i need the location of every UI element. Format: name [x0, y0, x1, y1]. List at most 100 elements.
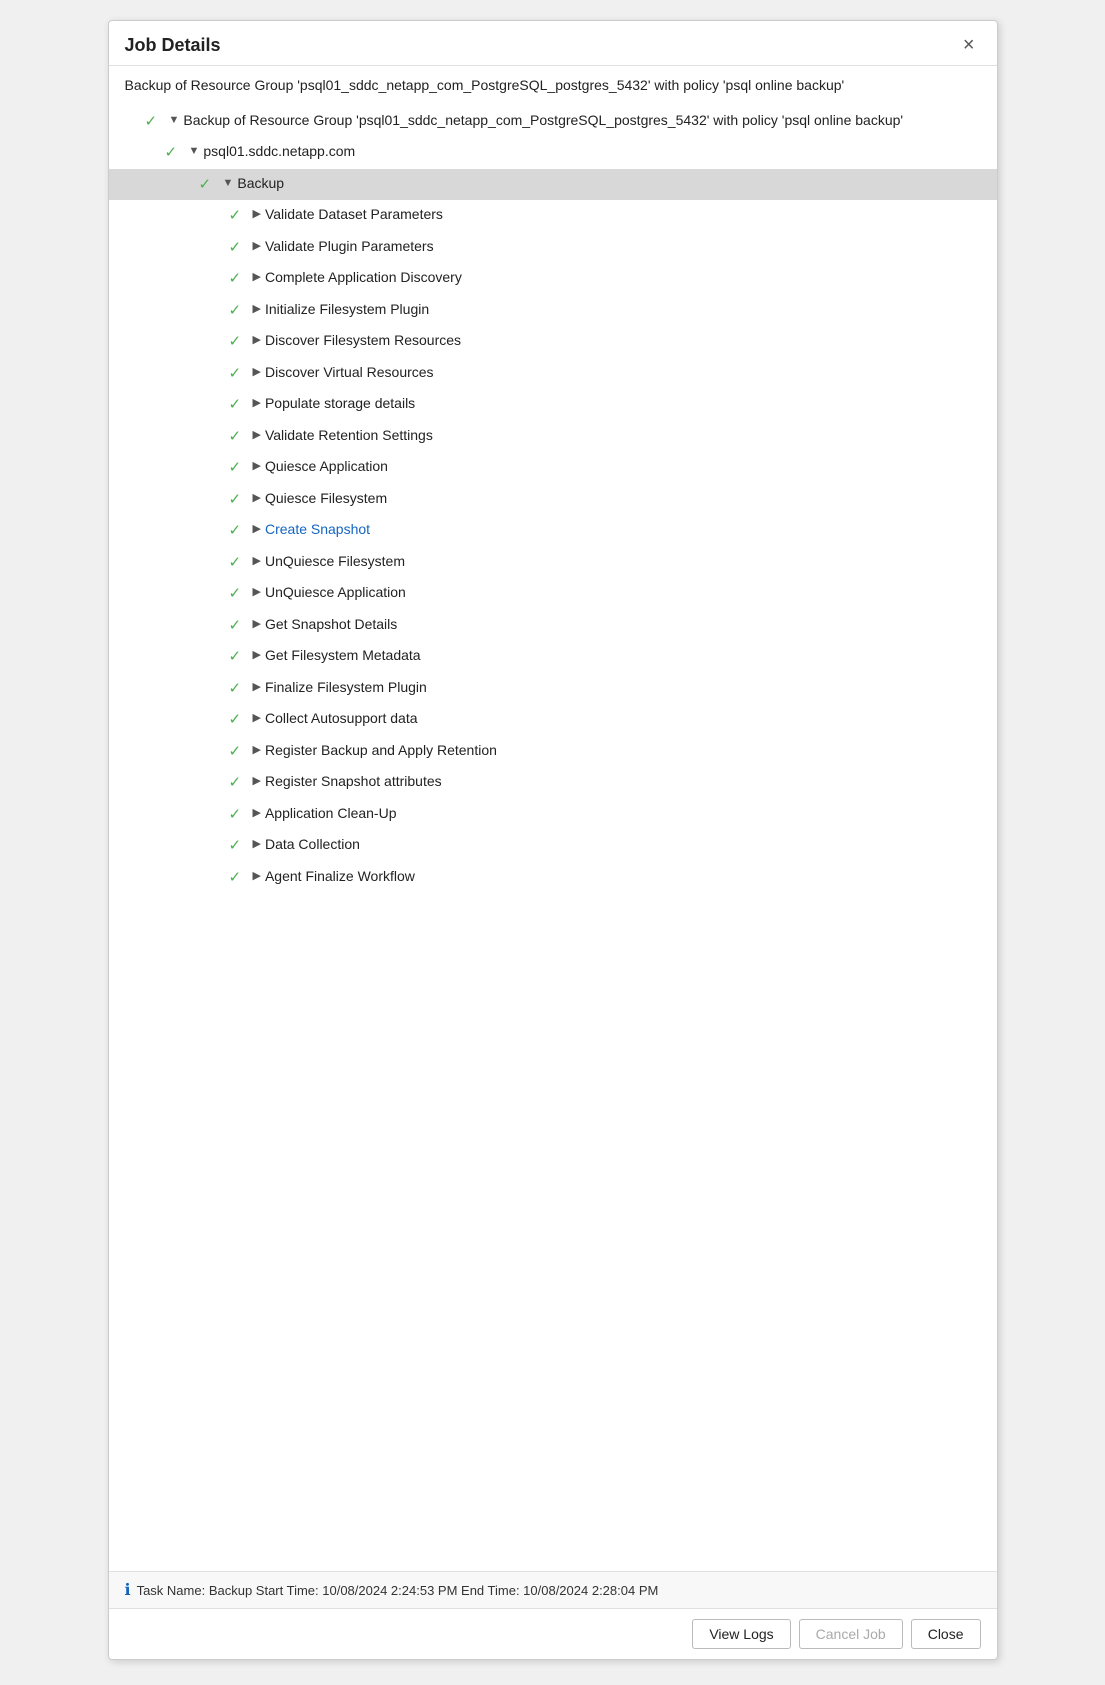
check-icon: ✓: [229, 394, 251, 417]
tree-item-label: Quiesce Application: [265, 456, 388, 477]
expand-arrow-icon[interactable]: ▶: [253, 269, 261, 286]
check-icon: ✓: [229, 615, 251, 638]
expand-arrow-icon[interactable]: ▶: [253, 836, 261, 853]
check-icon: ✓: [229, 489, 251, 512]
list-item: ✓▶Validate Retention Settings: [109, 421, 997, 453]
check-icon: ✓: [229, 331, 251, 354]
expand-arrow-icon[interactable]: ▶: [253, 584, 261, 601]
tree-item-label: Get Filesystem Metadata: [265, 645, 421, 666]
expand-arrow-icon[interactable]: ▼: [189, 143, 200, 160]
tree-item-label: UnQuiesce Filesystem: [265, 551, 405, 572]
check-icon: ✓: [229, 300, 251, 323]
footer-info: ℹ Task Name: Backup Start Time: 10/08/20…: [109, 1571, 997, 1608]
dialog-body: ✓ ▼ Backup of Resource Group 'psql01_sdd…: [109, 102, 997, 1571]
list-item: ✓▶Validate Dataset Parameters: [109, 200, 997, 232]
expand-arrow-icon[interactable]: ▶: [253, 206, 261, 223]
dialog-subtitle: Backup of Resource Group 'psql01_sddc_ne…: [109, 66, 997, 102]
tree-item-label: Initialize Filesystem Plugin: [265, 299, 429, 320]
list-item: ✓▶Quiesce Filesystem: [109, 484, 997, 516]
tree-backup-item: ✓ ▼ Backup: [109, 169, 997, 201]
tree-item-label: UnQuiesce Application: [265, 582, 406, 603]
expand-arrow-icon[interactable]: ▶: [253, 301, 261, 318]
check-icon: ✓: [229, 237, 251, 260]
close-button[interactable]: Close: [911, 1619, 981, 1649]
tree-root-label: Backup of Resource Group 'psql01_sddc_ne…: [183, 110, 903, 131]
check-icon: ✓: [229, 867, 251, 890]
list-item: ✓▶Collect Autosupport data: [109, 704, 997, 736]
tree-backup-label: Backup: [237, 173, 284, 194]
expand-arrow-icon[interactable]: ▶: [253, 710, 261, 727]
expand-arrow-icon[interactable]: ▶: [253, 238, 261, 255]
list-item: ✓▶Data Collection: [109, 830, 997, 862]
check-icon: ✓: [229, 646, 251, 669]
check-icon: ✓: [229, 678, 251, 701]
expand-arrow-icon[interactable]: ▶: [253, 647, 261, 664]
tree-item-label: Application Clean-Up: [265, 803, 397, 824]
expand-arrow-icon[interactable]: ▶: [253, 395, 261, 412]
check-icon: ✓: [229, 583, 251, 606]
tree-item-label: Quiesce Filesystem: [265, 488, 387, 509]
list-item: ✓▶Create Snapshot: [109, 515, 997, 547]
check-icon: ✓: [229, 772, 251, 795]
tree-item-label: Validate Dataset Parameters: [265, 204, 443, 225]
list-item: ✓▶UnQuiesce Application: [109, 578, 997, 610]
check-icon: ✓: [145, 111, 167, 134]
tree-item-label: Data Collection: [265, 834, 360, 855]
tree-host-item: ✓ ▼ psql01.sddc.netapp.com: [109, 137, 997, 169]
check-icon: ✓: [229, 268, 251, 291]
expand-arrow-icon[interactable]: ▶: [253, 805, 261, 822]
list-item: ✓▶Discover Virtual Resources: [109, 358, 997, 390]
tree-item-label: Validate Plugin Parameters: [265, 236, 434, 257]
expand-arrow-icon[interactable]: ▶: [253, 364, 261, 381]
check-icon: ✓: [229, 457, 251, 480]
footer-actions: View Logs Cancel Job Close: [109, 1608, 997, 1659]
tree-host-label: psql01.sddc.netapp.com: [203, 141, 355, 162]
expand-arrow-icon[interactable]: ▶: [253, 458, 261, 475]
dialog-header: Job Details ×: [109, 21, 997, 66]
list-item: ✓▶Quiesce Application: [109, 452, 997, 484]
expand-arrow-icon[interactable]: ▶: [253, 616, 261, 633]
tree-item-label: Finalize Filesystem Plugin: [265, 677, 427, 698]
list-item: ✓▶Agent Finalize Workflow: [109, 862, 997, 894]
list-item: ✓▶Complete Application Discovery: [109, 263, 997, 295]
cancel-job-button[interactable]: Cancel Job: [799, 1619, 903, 1649]
tree-item-label: Agent Finalize Workflow: [265, 866, 415, 887]
check-icon: ✓: [229, 363, 251, 386]
check-icon: ✓: [229, 426, 251, 449]
tree-root-item: ✓ ▼ Backup of Resource Group 'psql01_sdd…: [109, 106, 997, 138]
list-item: ✓▶Register Backup and Apply Retention: [109, 736, 997, 768]
expand-arrow-icon[interactable]: ▶: [253, 773, 261, 790]
tree-item-label: Populate storage details: [265, 393, 415, 414]
list-item: ✓▶Application Clean-Up: [109, 799, 997, 831]
expand-arrow-icon[interactable]: ▶: [253, 679, 261, 696]
check-icon: ✓: [229, 520, 251, 543]
expand-arrow-icon[interactable]: ▶: [253, 427, 261, 444]
list-item: ✓▶Finalize Filesystem Plugin: [109, 673, 997, 705]
tree-item-label: Complete Application Discovery: [265, 267, 462, 288]
expand-arrow-icon[interactable]: ▶: [253, 868, 261, 885]
view-logs-button[interactable]: View Logs: [692, 1619, 790, 1649]
check-icon: ✓: [229, 741, 251, 764]
dialog-title: Job Details: [125, 35, 221, 56]
tree-item-label: Collect Autosupport data: [265, 708, 418, 729]
list-item: ✓▶Validate Plugin Parameters: [109, 232, 997, 264]
info-icon: ℹ: [125, 1580, 131, 1600]
list-item: ✓▶Get Snapshot Details: [109, 610, 997, 642]
tree-item-label: Get Snapshot Details: [265, 614, 397, 635]
expand-arrow-icon[interactable]: ▼: [169, 112, 180, 129]
expand-arrow-icon[interactable]: ▶: [253, 742, 261, 759]
expand-arrow-icon[interactable]: ▼: [223, 175, 234, 192]
expand-arrow-icon[interactable]: ▶: [253, 490, 261, 507]
expand-arrow-icon[interactable]: ▶: [253, 521, 261, 538]
expand-arrow-icon[interactable]: ▶: [253, 332, 261, 349]
tree-item-label: Validate Retention Settings: [265, 425, 433, 446]
tree-item-label[interactable]: Create Snapshot: [265, 519, 370, 540]
tree-item-label: Discover Virtual Resources: [265, 362, 434, 383]
check-icon: ✓: [229, 804, 251, 827]
tree-item-label: Discover Filesystem Resources: [265, 330, 461, 351]
close-icon[interactable]: ×: [957, 33, 981, 57]
tree-item-label: Register Snapshot attributes: [265, 771, 442, 792]
list-item: ✓▶Initialize Filesystem Plugin: [109, 295, 997, 327]
check-icon: ✓: [229, 552, 251, 575]
expand-arrow-icon[interactable]: ▶: [253, 553, 261, 570]
